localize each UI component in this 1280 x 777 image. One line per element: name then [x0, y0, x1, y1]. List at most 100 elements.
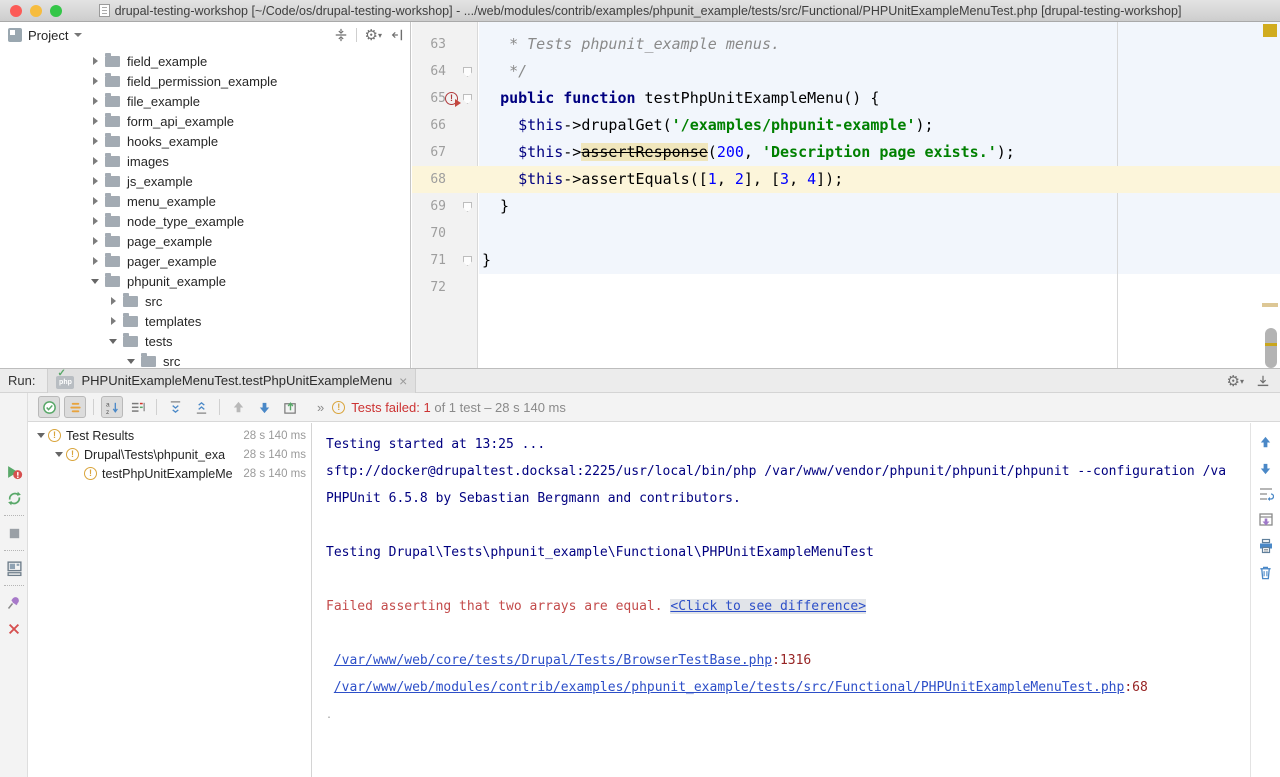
show-ignored-toggle[interactable]	[64, 396, 86, 418]
chevron-right-icon[interactable]	[88, 257, 102, 265]
pin-tab-button[interactable]	[4, 593, 24, 613]
open-in-editor-button[interactable]	[1256, 510, 1276, 530]
chevron-right-icon[interactable]	[88, 177, 102, 185]
editor-line[interactable]: 68 $this->assertEquals([1, 2], [3, 4]);	[412, 166, 1280, 193]
rerun-failed-tests-button[interactable]	[4, 462, 24, 482]
code-text: $this->assertEquals([1, 2], [3, 4]);	[478, 166, 843, 193]
restore-layout-button[interactable]	[4, 558, 24, 578]
editor-line[interactable]: 71}	[412, 247, 1280, 274]
chevron-down-icon[interactable]	[52, 452, 66, 457]
chevron-right-icon[interactable]	[88, 217, 102, 225]
project-tree-item[interactable]: images	[0, 151, 410, 171]
gear-icon[interactable]: ⚙▾	[1227, 372, 1244, 390]
editor-line[interactable]: 63 * Tests phpunit_example menus.	[412, 31, 1280, 58]
line-number: 69	[412, 193, 446, 220]
chevron-down-icon[interactable]	[106, 339, 120, 344]
editor-line[interactable]: 66 $this->drupalGet('/examples/phpunit-e…	[412, 112, 1280, 139]
chevron-right-icon[interactable]	[88, 137, 102, 145]
scrollbar-warning-mark[interactable]	[1262, 303, 1278, 307]
toggle-auto-test-button[interactable]	[4, 488, 24, 508]
chevron-down-icon[interactable]	[124, 359, 138, 364]
folder-icon	[105, 136, 120, 147]
editor-line[interactable]: 72	[412, 274, 1280, 301]
next-failed-test-button[interactable]	[253, 396, 275, 418]
expand-all-button[interactable]	[164, 396, 186, 418]
chevron-right-icon[interactable]	[106, 297, 120, 305]
project-tree-item[interactable]: field_example	[0, 51, 410, 71]
project-tree-item-label: hooks_example	[127, 134, 218, 149]
chevron-right-icon[interactable]	[88, 57, 102, 65]
gear-icon[interactable]: ⚙▾	[365, 26, 382, 44]
project-panel-title[interactable]: Project	[28, 28, 68, 43]
test-tree-row[interactable]: Test Results28 s 140 ms	[28, 426, 311, 445]
console-link[interactable]: /var/www/web/core/tests/Drupal/Tests/Bro…	[334, 653, 772, 668]
chevron-right-icon[interactable]	[88, 97, 102, 105]
chevron-right-icon[interactable]	[88, 237, 102, 245]
test-history-button[interactable]	[279, 396, 301, 418]
project-tree-item[interactable]: field_permission_example	[0, 71, 410, 91]
scroll-up-button[interactable]	[1256, 432, 1276, 452]
chevron-down-icon[interactable]	[74, 33, 82, 37]
project-tree-item[interactable]: menu_example	[0, 191, 410, 211]
previous-failed-test-button[interactable]	[227, 396, 249, 418]
project-tree-item[interactable]: phpunit_example	[0, 271, 410, 291]
chevron-right-icon[interactable]	[88, 77, 102, 85]
editor-scrollbar[interactable]	[1265, 328, 1277, 368]
stop-button[interactable]	[4, 523, 24, 543]
fold-marker-icon[interactable]	[463, 94, 472, 104]
editor-line[interactable]: 64 */	[412, 58, 1280, 85]
fold-marker-icon[interactable]	[463, 67, 472, 77]
chevron-right-icon[interactable]	[88, 117, 102, 125]
project-tree-item[interactable]: form_api_example	[0, 111, 410, 131]
test-tree-row[interactable]: testPhpUnitExampleMe28 s 140 ms	[28, 464, 311, 483]
editor-line[interactable]: 70	[412, 220, 1280, 247]
hide-panel-icon[interactable]	[390, 28, 404, 42]
editor-line[interactable]: 69 }	[412, 193, 1280, 220]
project-tree-item[interactable]: pager_example	[0, 251, 410, 271]
editor-line[interactable]: 67 $this->assertResponse(200, 'Descripti…	[412, 139, 1280, 166]
console-link[interactable]: /var/www/web/modules/contrib/examples/ph…	[334, 680, 1125, 695]
sort-alphabetically-toggle[interactable]: az	[101, 396, 123, 418]
project-tree-item[interactable]: src	[0, 291, 410, 311]
show-passed-toggle[interactable]	[38, 396, 60, 418]
print-button[interactable]	[1256, 536, 1276, 556]
fold-marker-icon[interactable]	[463, 256, 472, 266]
project-tree-item[interactable]: src	[0, 351, 410, 368]
clear-all-button[interactable]	[1256, 562, 1276, 582]
scroll-down-button[interactable]	[1256, 458, 1276, 478]
project-tree-item[interactable]: templates	[0, 311, 410, 331]
close-icon[interactable]: ×	[399, 374, 407, 388]
project-tree-item[interactable]: hooks_example	[0, 131, 410, 151]
project-tree-item[interactable]: page_example	[0, 231, 410, 251]
code-editor[interactable]: 63 * Tests phpunit_example menus.64 */65…	[412, 22, 1280, 368]
soft-wrap-toggle[interactable]	[1256, 484, 1276, 504]
project-tree-item[interactable]: tests	[0, 331, 410, 351]
console-line	[326, 566, 1250, 593]
project-tree-item[interactable]: file_example	[0, 91, 410, 111]
chevron-down-icon[interactable]	[34, 433, 48, 438]
test-tree-row[interactable]: Drupal\Tests\phpunit_exa28 s 140 ms	[28, 445, 311, 464]
collapse-all-button[interactable]	[190, 396, 212, 418]
test-console-output[interactable]: Testing started at 13:25 ...sftp://docke…	[313, 423, 1250, 777]
project-tree-item[interactable]: node_type_example	[0, 211, 410, 231]
chevron-right-icon[interactable]	[88, 197, 102, 205]
sort-by-duration-button[interactable]	[127, 396, 149, 418]
gutter-cell: 68	[412, 166, 478, 193]
run-tab[interactable]: php✓ PHPUnitExampleMenuTest.testPhpUnitE…	[47, 369, 416, 393]
divider	[219, 399, 220, 415]
editor-line[interactable]: 65 public function testPhpUnitExampleMen…	[412, 85, 1280, 112]
close-panel-button[interactable]	[4, 619, 24, 639]
chevron-right-icon[interactable]	[88, 157, 102, 165]
console-link[interactable]: <Click to see difference>	[670, 599, 866, 614]
sort-az-icon: az	[105, 400, 120, 415]
chevron-down-icon[interactable]	[88, 279, 102, 284]
fold-marker-icon[interactable]	[463, 202, 472, 212]
chevron-right-icon[interactable]	[106, 317, 120, 325]
inspection-status-icon[interactable]	[1263, 24, 1277, 37]
more-actions-icon[interactable]: »	[317, 400, 324, 415]
project-tree-item[interactable]: js_example	[0, 171, 410, 191]
console-text: Testing Drupal\Tests\phpunit_example\Fun…	[326, 545, 874, 560]
code-text: * Tests phpunit_example menus.	[478, 31, 780, 58]
collapse-all-icon[interactable]	[334, 28, 348, 42]
hide-panel-icon[interactable]	[1256, 374, 1270, 388]
